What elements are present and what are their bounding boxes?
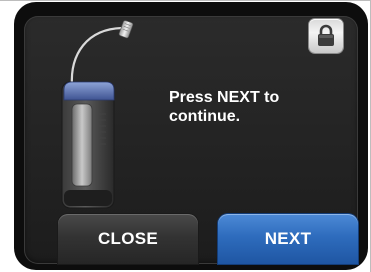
next-button-label: NEXT <box>264 229 312 248</box>
top-edge-divider <box>0 0 371 1</box>
insulin-pump-device-icon <box>61 20 134 209</box>
close-button[interactable]: CLOSE <box>58 214 198 264</box>
instruction-message: Press NEXT to continue. <box>169 89 280 125</box>
lock-icon <box>318 24 334 46</box>
lock-button[interactable] <box>309 19 343 53</box>
close-button-label: CLOSE <box>97 229 159 248</box>
device-frame: Press NEXT to continue. CLOSE NEXT <box>0 0 371 272</box>
device-screen: Press NEXT to continue. CLOSE NEXT <box>14 2 368 270</box>
next-button[interactable]: NEXT <box>218 214 358 264</box>
